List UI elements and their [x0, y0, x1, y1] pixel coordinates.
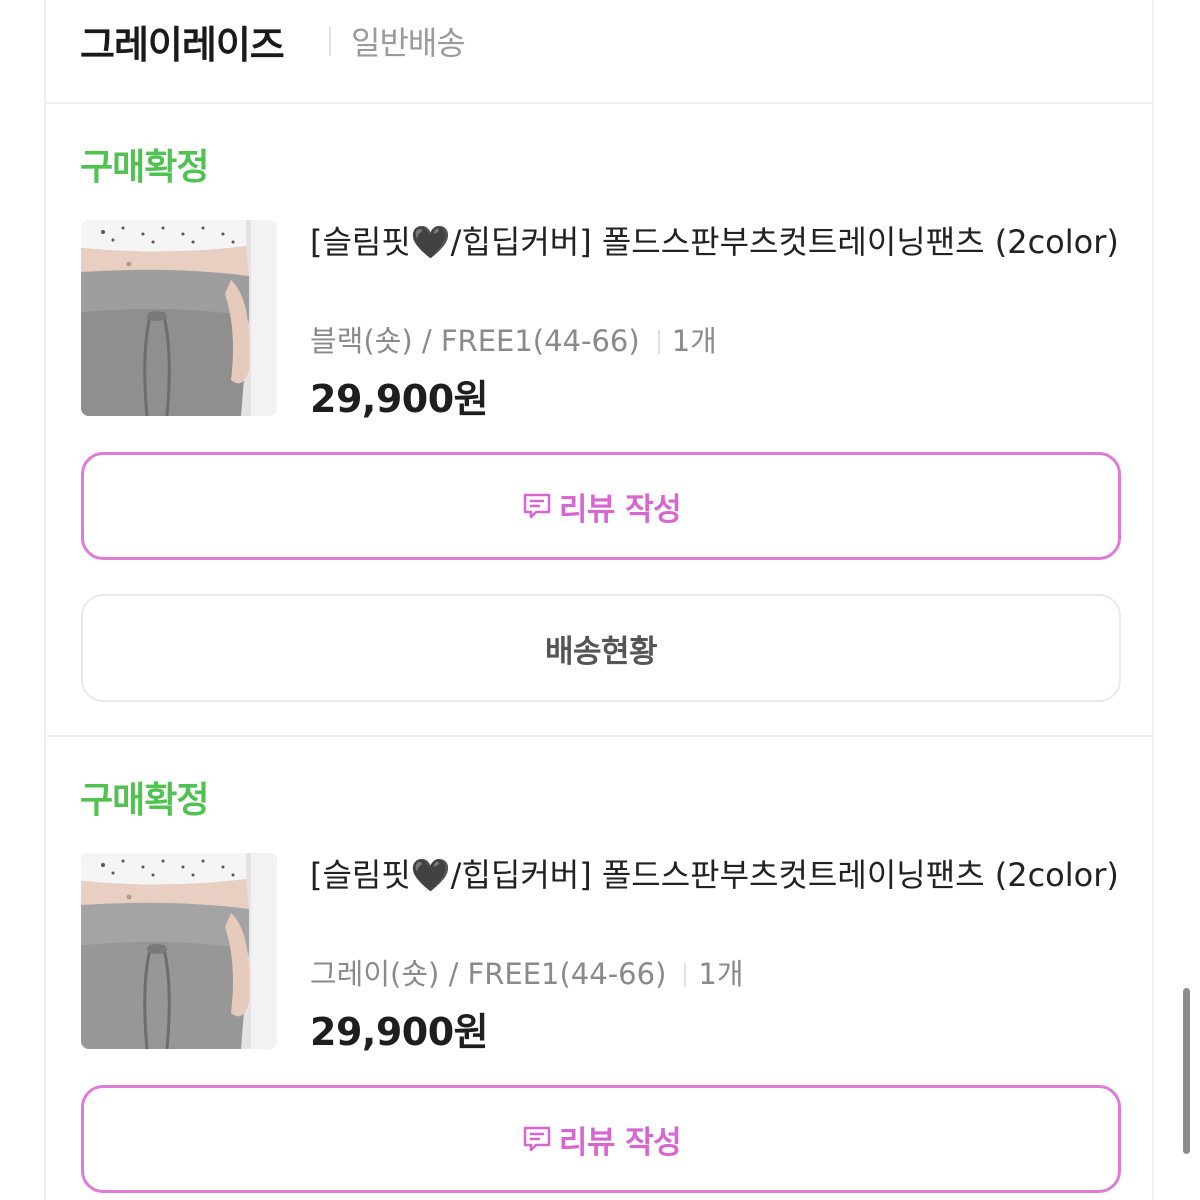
quantity: 1개: [698, 957, 744, 991]
order-status: 구매확정: [80, 147, 209, 188]
order-list-page: 그레이레이즈 일반배송 구매확정 [슬림핏🖤/힙딥커버] 폴드스판부츠컷트레이닝…: [0, 0, 1200, 1200]
heart-icon: 🖤: [410, 223, 451, 261]
option-text: 그레이(숏) / FREE1(44-66): [310, 957, 667, 991]
divider: [329, 26, 331, 56]
store-header: 그레이레이즈 일반배송: [46, 0, 1152, 104]
quantity: 1개: [671, 324, 717, 358]
review-button[interactable]: 리뷰 작성: [81, 452, 1121, 560]
product-option: 그레이(숏) / FREE1(44-66) 1개: [310, 951, 744, 993]
product-option: 블랙(숏) / FREE1(44-66) 1개: [310, 318, 717, 360]
scrollbar[interactable]: [1183, 988, 1190, 1154]
product-price: 29,900원: [310, 1010, 489, 1054]
speech-bubble-icon: [523, 1126, 551, 1152]
divider: [684, 963, 687, 987]
product-price: 29,900원: [310, 377, 489, 421]
tracking-button-label: 배송현황: [544, 633, 658, 670]
shipping-type: 일반배송: [351, 24, 466, 62]
speech-bubble-icon: [523, 493, 551, 519]
product-thumbnail[interactable]: [81, 853, 277, 1049]
review-button-label: 리뷰 작성: [558, 491, 682, 528]
product-name-suffix: /힙딥커버] 폴드스판부츠컷트레이닝팬츠 (2color): [450, 223, 1119, 261]
store-name[interactable]: 그레이레이즈: [80, 14, 285, 69]
product-name-prefix: [슬림핏: [310, 856, 411, 894]
product-thumbnail[interactable]: [81, 220, 277, 416]
product-name[interactable]: [슬림핏🖤/힙딥커버] 폴드스판부츠컷트레이닝팬츠 (2color): [310, 853, 1120, 897]
tracking-button[interactable]: 배송현황: [81, 594, 1121, 702]
divider: [657, 330, 660, 354]
section-divider: [46, 735, 1152, 737]
review-button[interactable]: 리뷰 작성: [81, 1085, 1121, 1193]
option-text: 블랙(숏) / FREE1(44-66): [310, 324, 640, 358]
product-name[interactable]: [슬림핏🖤/힙딥커버] 폴드스판부츠컷트레이닝팬츠 (2color): [310, 220, 1120, 264]
product-name-suffix: /힙딥커버] 폴드스판부츠컷트레이닝팬츠 (2color): [450, 856, 1119, 894]
product-name-prefix: [슬림핏: [310, 223, 411, 261]
order-status: 구매확정: [80, 780, 209, 821]
review-button-label: 리뷰 작성: [558, 1124, 682, 1161]
product-image: [81, 220, 277, 416]
order-card: 그레이레이즈 일반배송 구매확정 [슬림핏🖤/힙딥커버] 폴드스판부츠컷트레이닝…: [44, 0, 1154, 1200]
heart-icon: 🖤: [410, 856, 451, 894]
product-image: [81, 853, 277, 1049]
